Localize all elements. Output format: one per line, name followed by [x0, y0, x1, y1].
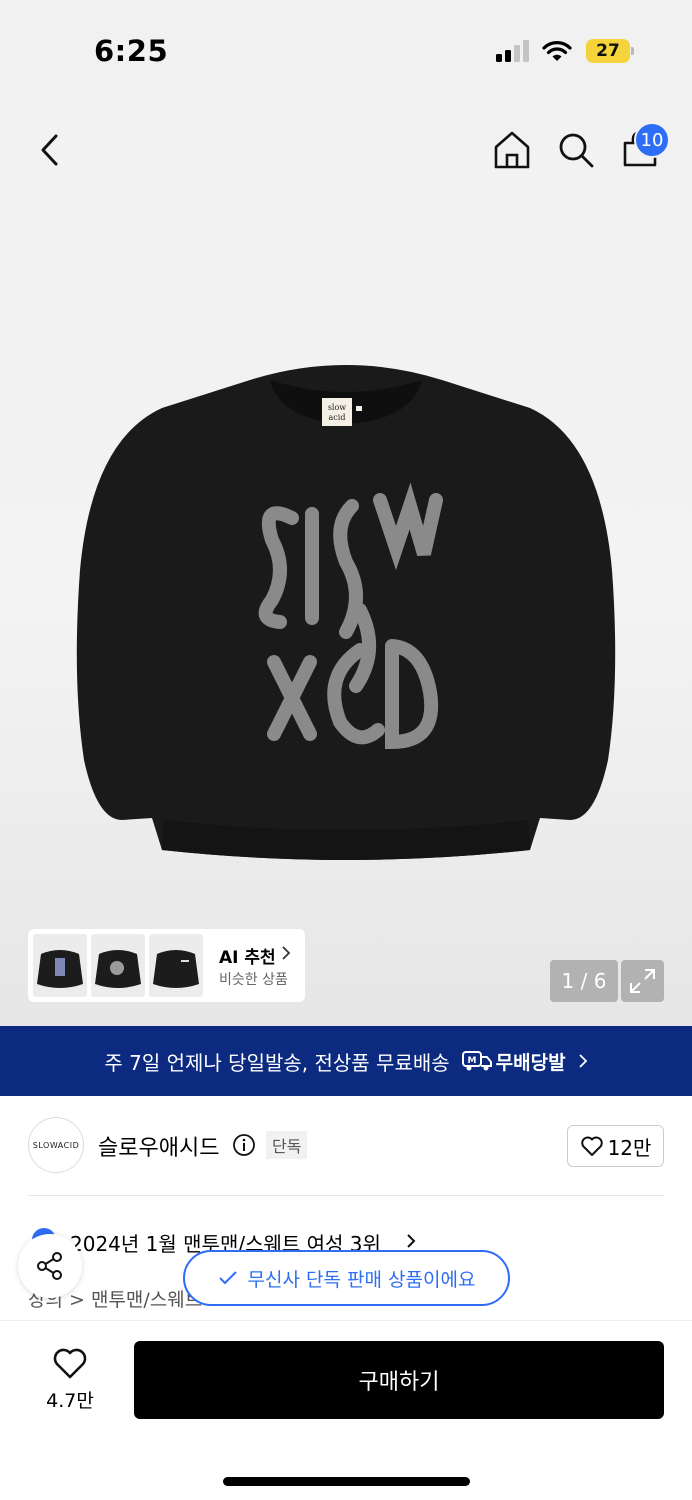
delivery-logo: M 무배당발 [461, 1048, 566, 1075]
wifi-icon [542, 41, 572, 61]
home-indicator [223, 1477, 470, 1486]
search-icon[interactable] [554, 128, 598, 172]
delivery-truck-icon: M [461, 1051, 492, 1071]
exclusive-toast: 무신사 단독 판매 상품이에요 [183, 1250, 510, 1306]
brand-like-count: 12만 [607, 1135, 652, 1160]
check-icon [218, 1271, 237, 1285]
share-icon [37, 1252, 62, 1280]
cart-count-badge: 10 [634, 122, 670, 158]
battery-icon: 27 [586, 39, 634, 63]
expand-icon [630, 969, 655, 993]
heart-icon [580, 1136, 603, 1156]
collar-label-line1: slow [328, 403, 346, 412]
cellular-signal-icon [496, 40, 529, 62]
exclusive-tag: 단독 [266, 1131, 308, 1159]
chevron-right-icon [282, 946, 291, 960]
collar-label-line2: acid [329, 413, 346, 422]
expand-button[interactable] [621, 960, 664, 1002]
thumbnail-3[interactable] [149, 934, 203, 997]
divider [28, 1195, 664, 1196]
chevron-right-icon [578, 1054, 587, 1068]
chevron-right-icon [407, 1234, 416, 1248]
brand-like-button[interactable]: 12만 [567, 1125, 664, 1167]
delivery-logo-letter: M [467, 1056, 476, 1066]
brand-logo[interactable]: SLOWACID [28, 1117, 84, 1173]
status-bar: 6:25 27 [0, 0, 692, 100]
battery-level: 27 [596, 41, 620, 61]
back-arrow-icon[interactable] [32, 128, 68, 172]
image-counter: 1 / 6 [550, 960, 618, 1002]
status-time: 6:25 [94, 34, 169, 68]
toast-text: 무신사 단독 판매 상품이에요 [247, 1268, 476, 1291]
banner-text: 주 7일 언제나 당일발송, 전상품 무료배송 [104, 1050, 450, 1075]
ai-recommend-title: AI 추천 [219, 948, 276, 968]
brand-name[interactable]: 슬로우애시드 [98, 1130, 219, 1162]
ai-recommend-strip[interactable]: AI 추천 비슷한 상품 [28, 929, 305, 1002]
free-shipping-banner[interactable]: 주 7일 언제나 당일발송, 전상품 무료배송 M 무배당발 [0, 1026, 692, 1096]
home-icon[interactable] [490, 128, 534, 172]
buy-button[interactable]: 구매하기 [134, 1341, 664, 1419]
thumbnail-2[interactable] [91, 934, 145, 997]
ai-recommend-subtitle: 비슷한 상품 [219, 972, 288, 988]
info-icon[interactable] [232, 1133, 256, 1157]
thumbnail-1[interactable] [33, 934, 87, 997]
wish-count: 4.7만 [46, 1390, 94, 1412]
product-sweatshirt-image: slow acid [76, 365, 616, 860]
delivery-logo-text: 무배당발 [495, 1051, 566, 1074]
heart-icon[interactable] [52, 1346, 88, 1380]
share-button[interactable] [18, 1234, 82, 1298]
